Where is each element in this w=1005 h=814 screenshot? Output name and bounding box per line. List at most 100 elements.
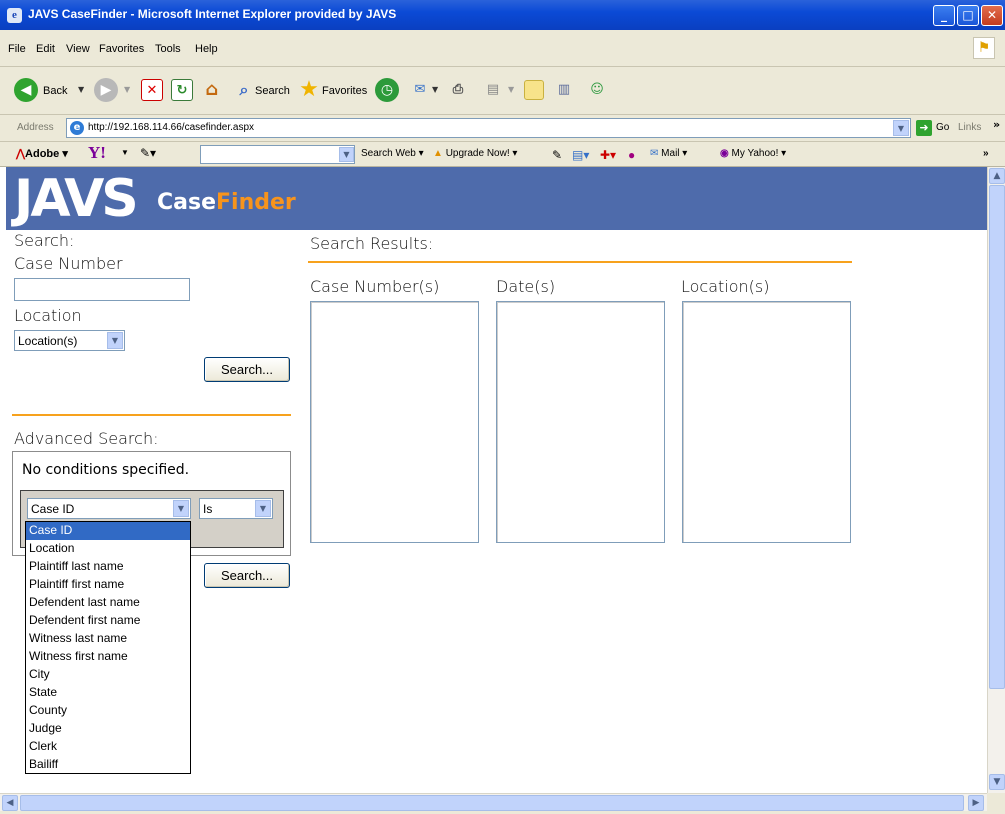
windows-logo-icon: ⚑ <box>973 37 995 59</box>
scroll-down-icon[interactable]: ▼ <box>989 774 1005 790</box>
minimize-button[interactable]: _ <box>933 5 955 26</box>
mail-button[interactable]: ✉ Mail ▾ <box>650 148 687 159</box>
casefinder-title-case: Case <box>157 190 217 215</box>
stop-icon[interactable]: ✕ <box>141 79 163 101</box>
maximize-button[interactable]: □ <box>957 5 979 26</box>
locations-header: Location(s) <box>681 277 770 296</box>
option-item[interactable]: Defendent last name <box>26 594 190 612</box>
back-arrow-icon[interactable]: ◀ <box>14 78 38 102</box>
popup-blocker-icon[interactable]: ✚▾ <box>600 148 616 162</box>
chevron-down-icon[interactable]: ▼ <box>107 332 123 349</box>
horizontal-scroll-thumb[interactable] <box>20 795 964 811</box>
address-input[interactable]: e http://192.168.114.66/casefinder.aspx … <box>66 118 911 138</box>
address-dropdown-icon[interactable]: ▼ <box>893 120 909 136</box>
javs-logo: JAVS <box>14 169 139 229</box>
adobe-button[interactable]: ⋀Adobe ▾ <box>16 147 68 160</box>
casefinder-title: CaseFinder <box>157 190 296 215</box>
address-url[interactable]: http://192.168.114.66/casefinder.aspx <box>88 122 254 133</box>
forward-dropdown-icon[interactable]: ▼ <box>124 85 130 94</box>
option-item[interactable]: Location <box>26 540 190 558</box>
locations-list[interactable] <box>682 301 851 543</box>
back-dropdown-icon[interactable]: ▼ <box>78 85 84 94</box>
go-button[interactable]: Go <box>936 122 949 133</box>
links-button[interactable]: Links <box>958 122 981 133</box>
yahoo-chevron-icon[interactable]: » <box>983 148 989 159</box>
option-item[interactable]: State <box>26 684 190 702</box>
option-item[interactable]: Witness last name <box>26 630 190 648</box>
menu-help[interactable]: Help <box>195 43 218 55</box>
option-item[interactable]: Clerk <box>26 738 190 756</box>
menu-view[interactable]: View <box>66 43 90 55</box>
case-number-label: Case Number <box>14 254 123 273</box>
close-button[interactable]: ✕ <box>981 5 1003 26</box>
menu-tools[interactable]: Tools <box>155 43 181 55</box>
bookmark-icon[interactable]: ▤▾ <box>572 148 589 162</box>
refresh-icon[interactable]: ↻ <box>171 79 193 101</box>
location-select[interactable]: Location(s) ▼ <box>14 330 125 351</box>
mail-dropdown-icon[interactable]: ▼ <box>432 85 438 94</box>
ie-app-icon[interactable]: e <box>7 8 22 23</box>
edit-dropdown-icon[interactable]: ▼ <box>508 85 514 94</box>
menu-favorites[interactable]: Favorites <box>99 43 144 55</box>
forward-arrow-icon[interactable]: ▶ <box>94 78 118 102</box>
history-icon[interactable]: ◷ <box>375 78 399 102</box>
search-heading: Search: <box>14 231 75 250</box>
menu-file[interactable]: File <box>8 43 26 55</box>
yahoo-dropdown-icon[interactable]: ▼ <box>121 148 129 157</box>
option-item[interactable]: Judge <box>26 720 190 738</box>
option-item[interactable]: Bailiff <box>26 756 190 774</box>
upgrade-now-button[interactable]: ▲ Upgrade Now! ▾ <box>433 148 517 159</box>
condition-field-select[interactable]: Case ID ▼ <box>27 498 191 519</box>
option-item[interactable]: Witness first name <box>26 648 190 666</box>
case-number-input[interactable] <box>14 278 190 301</box>
favorites-star-icon[interactable]: ★ <box>298 79 320 101</box>
search-icon[interactable]: ⌕ <box>233 79 255 101</box>
home-icon[interactable]: ⌂ <box>201 79 223 101</box>
option-item[interactable]: Case ID <box>26 522 190 540</box>
menu-edit[interactable]: Edit <box>36 43 55 55</box>
scroll-up-icon[interactable]: ▲ <box>989 168 1005 184</box>
scroll-corner <box>987 793 1005 814</box>
yahoo-search-input[interactable]: ▼ <box>200 145 355 164</box>
chevron-down-icon[interactable]: ▼ <box>173 500 189 517</box>
print-icon[interactable]: ⎙ <box>447 79 469 101</box>
back-button[interactable]: Back <box>43 85 67 97</box>
option-item[interactable]: Plaintiff last name <box>26 558 190 576</box>
pencil-icon[interactable]: ✎▾ <box>140 146 156 160</box>
option-item[interactable]: Plaintiff first name <box>26 576 190 594</box>
go-arrow-icon[interactable]: ➜ <box>916 120 932 136</box>
vertical-scroll-thumb[interactable] <box>989 185 1005 689</box>
option-item[interactable]: Defendent first name <box>26 612 190 630</box>
dates-list[interactable] <box>496 301 665 543</box>
edit-icon[interactable]: ▤ <box>482 79 504 101</box>
advanced-search-button[interactable]: Search... <box>204 563 290 588</box>
horizontal-scrollbar[interactable]: ◀ ▶ <box>0 793 987 811</box>
favorites-button[interactable]: Favorites <box>322 85 367 97</box>
links-chevron-icon[interactable]: » <box>993 118 1000 131</box>
condition-operator-select[interactable]: Is ▼ <box>199 498 273 519</box>
discuss-icon[interactable] <box>524 80 544 100</box>
highlight-icon[interactable]: ✎ <box>552 148 562 162</box>
chevron-down-icon[interactable]: ▼ <box>255 500 271 517</box>
search-button[interactable]: Search <box>255 85 290 97</box>
launch-icon[interactable]: ● <box>628 148 635 162</box>
option-item[interactable]: City <box>26 666 190 684</box>
my-yahoo-button[interactable]: ◉ My Yahoo! ▾ <box>720 148 786 159</box>
yahoo-search-dropdown-icon[interactable]: ▼ <box>339 147 354 162</box>
search-submit-button[interactable]: Search... <box>204 357 290 382</box>
advanced-search-heading: Advanced Search: <box>14 429 159 448</box>
research-icon[interactable]: ▥ <box>553 79 575 101</box>
option-item[interactable]: County <box>26 702 190 720</box>
vertical-scrollbar[interactable]: ▲ ▼ <box>987 167 1005 793</box>
warning-icon: ▲ <box>433 148 443 159</box>
divider <box>12 414 291 416</box>
search-web-button[interactable]: Search Web ▾ <box>361 148 424 159</box>
yahoo-logo-icon[interactable]: Y! <box>88 143 106 163</box>
mail-icon[interactable]: ✉ <box>409 79 431 101</box>
case-numbers-list[interactable] <box>310 301 479 543</box>
messenger-icon[interactable]: ☺ <box>586 79 608 101</box>
scroll-left-icon[interactable]: ◀ <box>2 795 18 811</box>
my-yahoo-icon: ◉ <box>720 148 729 159</box>
scroll-right-icon[interactable]: ▶ <box>968 795 984 811</box>
my-yahoo-label: My Yahoo! <box>731 148 779 159</box>
